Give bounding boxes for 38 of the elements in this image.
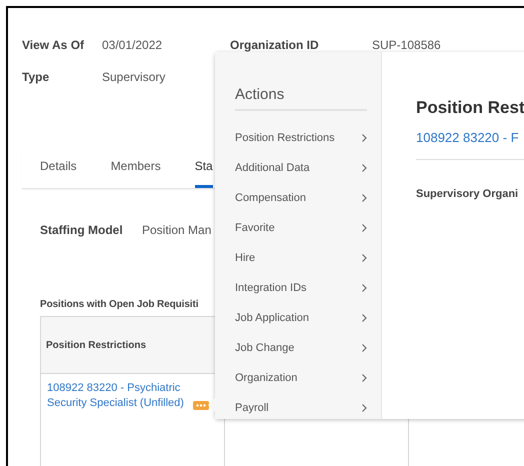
chevron-right-icon xyxy=(362,404,367,412)
related-actions-button[interactable] xyxy=(193,401,209,410)
chevron-right-icon xyxy=(362,284,367,292)
field-value: Supervisory xyxy=(102,70,166,84)
tab[interactable]: Members xyxy=(110,151,161,188)
field-value: 03/01/2022 xyxy=(102,38,162,52)
menu-item[interactable]: Additional Data xyxy=(235,153,367,183)
field-label: Staffing Model xyxy=(40,223,124,237)
field-value: SUP-108586 xyxy=(372,38,441,52)
ellipsis-icon xyxy=(196,404,206,407)
chevron-right-icon xyxy=(362,344,367,352)
menu-item[interactable]: Position Restrictions xyxy=(235,123,367,153)
menu-item[interactable]: Job Change xyxy=(235,333,367,363)
chevron-right-icon xyxy=(362,224,367,232)
menu-item[interactable]: Favorite xyxy=(235,213,367,243)
menu-title: Actions xyxy=(235,86,367,111)
tab[interactable]: Details xyxy=(40,151,77,188)
position-link[interactable]: 108922 83220 - Psychiatric Security Specialist (Unfilled) xyxy=(47,381,189,411)
chevron-right-icon xyxy=(362,164,367,172)
table-title: Positions with Open Job Requisiti xyxy=(40,299,200,310)
menu-item[interactable]: Compensation xyxy=(235,183,367,213)
menu-item[interactable]: Organization xyxy=(235,363,367,393)
position-link[interactable]: 108922 83220 - F xyxy=(416,130,524,145)
section-label: Supervisory Organi xyxy=(416,188,520,200)
panel-title: Position Rest xyxy=(416,98,524,118)
menu-item[interactable]: Payroll xyxy=(235,393,367,423)
field-label: Type xyxy=(22,70,50,84)
menu-item[interactable]: Integration IDs xyxy=(235,273,367,303)
field-label: Organization ID xyxy=(230,38,320,52)
chevron-right-icon xyxy=(362,134,367,142)
chevron-right-icon xyxy=(362,374,367,382)
chevron-right-icon xyxy=(362,314,367,322)
chevron-right-icon xyxy=(362,254,367,262)
menu-item[interactable]: Hire xyxy=(235,243,367,273)
chevron-right-icon xyxy=(362,194,367,202)
menu-item[interactable]: Job Application xyxy=(235,303,367,333)
field-value: Position Man xyxy=(142,223,212,237)
field-label: View As Of xyxy=(22,38,86,52)
